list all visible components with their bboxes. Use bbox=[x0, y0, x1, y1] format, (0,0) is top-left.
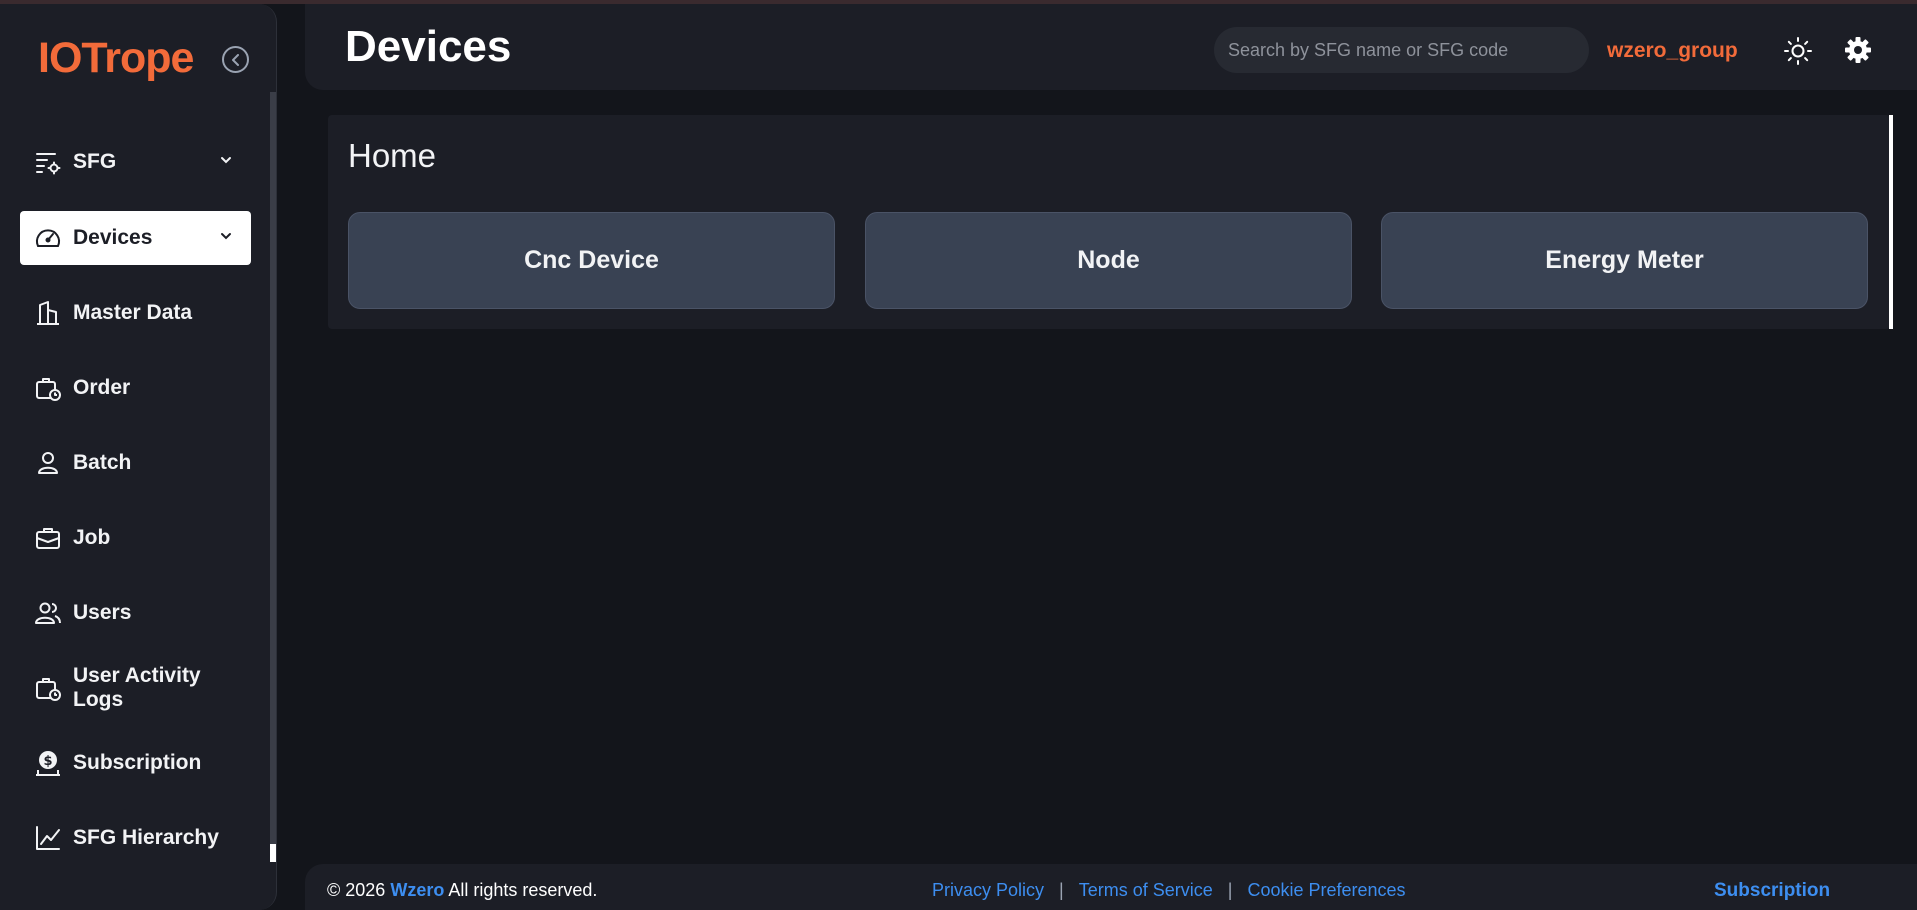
sidebar-item-sfg-hierarchy[interactable]: SFG Hierarchy bbox=[20, 811, 251, 865]
sidebar-item-devices[interactable]: Devices bbox=[20, 211, 251, 265]
speedometer-icon bbox=[34, 224, 62, 252]
copyright-suffix: All rights reserved. bbox=[448, 880, 598, 900]
settings-button[interactable] bbox=[1843, 35, 1873, 65]
search-input[interactable] bbox=[1214, 27, 1589, 73]
privacy-policy-link[interactable]: Privacy Policy bbox=[932, 880, 1044, 901]
sidebar-scrollbar[interactable] bbox=[270, 92, 276, 844]
sidebar-item-users[interactable]: Users bbox=[20, 586, 251, 640]
sidebar-item-label: SFG bbox=[73, 150, 117, 173]
logo[interactable]: IOTrope bbox=[38, 34, 194, 82]
group-name-link[interactable]: wzero_group bbox=[1607, 39, 1738, 63]
sidebar-item-label: Order bbox=[73, 376, 131, 399]
sidebar-item-label: Master Data bbox=[73, 301, 193, 324]
sidebar-item-label: User Activity Logs bbox=[73, 664, 201, 711]
dollar-coin-icon: $ bbox=[34, 749, 62, 777]
cookie-preferences-link[interactable]: Cookie Preferences bbox=[1247, 880, 1405, 901]
gear-icon bbox=[1845, 37, 1871, 63]
footer: © 2026 Wzero All rights reserved. Privac… bbox=[305, 864, 1917, 910]
copyright-prefix: © 2026 bbox=[327, 880, 386, 900]
energy-meter-button[interactable]: Energy Meter bbox=[1381, 212, 1868, 309]
section-title: Home bbox=[348, 137, 437, 174]
briefcase-icon bbox=[34, 524, 62, 552]
sidebar-scrollbar-thumb[interactable] bbox=[270, 844, 276, 862]
sidebar-item-batch[interactable]: Batch bbox=[20, 436, 251, 490]
briefcase-clock-icon bbox=[34, 374, 62, 402]
list-settings-icon bbox=[34, 148, 62, 176]
svg-text:$: $ bbox=[43, 754, 52, 769]
sidebar-item-sfg[interactable]: SFG bbox=[20, 135, 251, 189]
sidebar-item-label: SFG Hierarchy bbox=[73, 826, 219, 849]
sun-icon bbox=[1784, 37, 1812, 65]
sidebar-item-label: Devices bbox=[73, 226, 153, 249]
sidebar-item-label: Subscription bbox=[73, 751, 202, 774]
sidebar-item-master-data[interactable]: Master Data bbox=[20, 286, 251, 340]
chevron-left-circle-icon bbox=[231, 53, 239, 66]
sidebar-item-label: Users bbox=[73, 601, 132, 624]
sidebar-item-subscription[interactable]: $ Subscription bbox=[20, 736, 251, 790]
sidebar-item-label: Batch bbox=[73, 451, 132, 474]
footer-separator: | bbox=[1227, 880, 1233, 900]
home-panel: Home Cnc Device Node Energy Meter bbox=[328, 115, 1890, 329]
content-scrollbar[interactable] bbox=[1889, 115, 1893, 329]
footer-separator: | bbox=[1059, 880, 1064, 900]
building-icon bbox=[34, 299, 62, 327]
brand-link[interactable]: Wzero bbox=[390, 880, 444, 900]
page-title: Devices bbox=[345, 22, 512, 71]
theme-toggle-button[interactable] bbox=[1783, 36, 1813, 66]
footer-links: Privacy Policy | Terms of Service | Cook… bbox=[932, 880, 1406, 901]
sidebar-item-label: Job bbox=[73, 526, 111, 549]
copyright: © 2026 Wzero All rights reserved. bbox=[327, 880, 597, 901]
person-icon bbox=[34, 449, 62, 477]
briefcase-clock-icon bbox=[34, 674, 62, 702]
chevron-down-icon bbox=[221, 157, 231, 164]
sidebar-item-job[interactable]: Job bbox=[20, 511, 251, 565]
cnc-device-button[interactable]: Cnc Device bbox=[348, 212, 835, 309]
sidebar-item-order[interactable]: Order bbox=[20, 361, 251, 415]
header: Devices wzero_group bbox=[305, 4, 1917, 90]
collapse-sidebar-button[interactable] bbox=[222, 46, 249, 73]
footer-subscription-link[interactable]: Subscription bbox=[1714, 880, 1830, 902]
line-chart-icon bbox=[34, 824, 62, 852]
chevron-down-icon bbox=[221, 233, 231, 240]
users-icon bbox=[34, 599, 62, 627]
sidebar: IOTrope SFG Devices Master Data Order Ba… bbox=[0, 4, 277, 910]
sidebar-item-user-activity-logs[interactable]: User Activity Logs bbox=[20, 661, 251, 715]
terms-of-service-link[interactable]: Terms of Service bbox=[1079, 880, 1213, 901]
node-button[interactable]: Node bbox=[865, 212, 1352, 309]
logo-text: IOTrope bbox=[38, 34, 194, 82]
